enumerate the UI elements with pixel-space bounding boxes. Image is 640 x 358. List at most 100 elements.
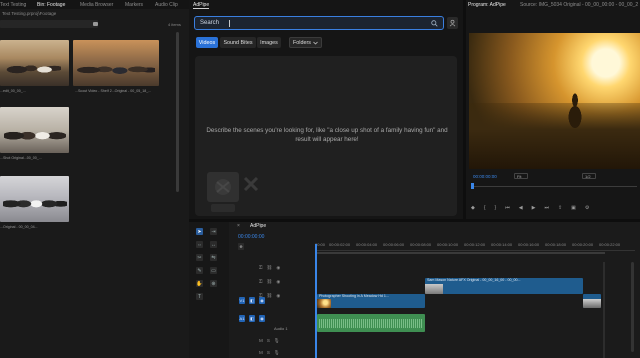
- ruler-tick: 00:00:12:00: [464, 242, 486, 247]
- program-tab[interactable]: Program: AdPipe: [468, 2, 506, 8]
- clip-thumbnail[interactable]: [0, 176, 69, 222]
- sync-lock-icon[interactable]: ⛓: [267, 265, 273, 271]
- tab-media-browser[interactable]: Media Browser: [80, 2, 113, 8]
- track-toggle-a1[interactable]: ◧: [249, 315, 255, 322]
- slip-tool-icon[interactable]: ⇋: [210, 254, 217, 261]
- track-target-a1[interactable]: A1: [239, 315, 245, 322]
- zoom-fit-label: Fit: [517, 174, 522, 179]
- no-results-illustration-icon: [207, 172, 259, 212]
- razor-tool-icon[interactable]: ✂: [196, 254, 203, 261]
- mute-icon[interactable]: M: [259, 338, 263, 344]
- bin-scrollbar[interactable]: [176, 32, 179, 192]
- playhead-scrubber[interactable]: [471, 183, 637, 189]
- lock-icon[interactable]: ⚿: [259, 265, 263, 271]
- ruler-tick: 00:00:14:00: [491, 242, 513, 247]
- timeline-ruler[interactable]: 00:00 00:00:02:00 00:00:04:00 00:00:06:0…: [315, 242, 635, 254]
- work-area-bar[interactable]: [315, 252, 605, 254]
- captions-icon[interactable]: ◐: [238, 243, 244, 250]
- play-icon[interactable]: ▶: [532, 205, 536, 211]
- mute-icon[interactable]: M: [259, 350, 263, 356]
- search-input[interactable]: Search: [194, 16, 444, 30]
- step-forward-icon[interactable]: ⏭: [544, 205, 549, 211]
- eye-icon[interactable]: ◉: [276, 265, 280, 271]
- folders-dropdown[interactable]: Folders: [289, 37, 322, 48]
- settings-icon[interactable]: ⚙: [585, 205, 589, 211]
- mic-icon[interactable]: 🎙: [274, 338, 280, 344]
- timeline-timecode[interactable]: 00:00:00:00: [238, 234, 264, 240]
- clip-thumbnail-image: [583, 299, 601, 308]
- tab-markers[interactable]: Markers: [125, 2, 143, 8]
- lift-icon[interactable]: ⇪: [558, 205, 562, 211]
- tab-bin-footage[interactable]: Bin: Footage: [37, 2, 65, 8]
- timeline-tab[interactable]: AdPipe: [250, 223, 266, 229]
- zoom-tool-icon[interactable]: ⊕: [210, 280, 217, 287]
- ruler-tick: 00:00:16:00: [518, 242, 540, 247]
- program-video-frame: [469, 33, 640, 169]
- track-header-a3: M S 🎙: [259, 350, 280, 356]
- ripple-edit-tool-icon[interactable]: ⇔: [196, 241, 203, 248]
- clip-thumbnail[interactable]: [0, 40, 69, 86]
- marker-icon[interactable]: ◆: [471, 205, 475, 211]
- step-back-icon[interactable]: ⏮: [505, 205, 510, 211]
- pen-tool-icon[interactable]: ✎: [196, 267, 203, 274]
- track-toggle-v1[interactable]: ◧: [249, 297, 255, 304]
- clip-people-image: [77, 52, 155, 82]
- video-clip-label: Photographer Shooting in A Meadow Hd 1..…: [319, 294, 389, 298]
- play-back-icon[interactable]: ◀: [519, 205, 523, 211]
- timeline-scrollbar[interactable]: [631, 262, 634, 352]
- sync-lock-icon[interactable]: ⛓: [267, 293, 273, 299]
- clip-thumbnail[interactable]: [0, 107, 69, 153]
- track-target-v1[interactable]: V1: [239, 297, 245, 304]
- adpipe-panel: AdPipe Search Videos Sound Bites Images …: [189, 0, 463, 219]
- chevron-down-icon: [313, 41, 318, 45]
- video-clip[interactable]: Photographer Shooting in A Meadow Hd 1..…: [317, 294, 425, 308]
- solo-icon[interactable]: S: [267, 338, 270, 344]
- video-clip[interactable]: [583, 294, 601, 308]
- solo-icon[interactable]: S: [267, 350, 270, 356]
- text-cursor: [229, 20, 230, 27]
- selection-tool-icon[interactable]: ➤: [196, 228, 203, 235]
- audio-clip[interactable]: [317, 314, 425, 332]
- out-point-icon[interactable]: }: [495, 205, 497, 211]
- sync-lock-icon[interactable]: ⛓: [267, 279, 273, 285]
- ruler-tick: 00:00:04:00: [356, 242, 378, 247]
- search-icon[interactable]: [431, 20, 438, 27]
- video-clip[interactable]: Sam Mason Nature AFX Original - 00_00_16…: [425, 278, 583, 294]
- tab-images[interactable]: Images: [257, 37, 281, 48]
- tab-text-testing[interactable]: Text Testing: [0, 2, 26, 8]
- track-header-v3: ⚿ ⛓ ◉: [259, 279, 280, 285]
- playhead-marker[interactable]: [471, 183, 474, 189]
- type-tool-icon[interactable]: T: [196, 293, 203, 300]
- video-clip-label: Sam Mason Nature AFX Original - 00_00_16…: [427, 278, 521, 282]
- clip-thumbnail[interactable]: [73, 40, 159, 86]
- clip-thumbnail-image: [425, 284, 443, 294]
- track-output-a1[interactable]: ◉: [259, 315, 265, 322]
- hand-tool-icon[interactable]: ✋: [196, 280, 203, 287]
- clip-caption: ...Scout Video - Shelf 2...Original - 00…: [75, 89, 152, 93]
- program-timecode[interactable]: 00:00:00:00: [473, 174, 497, 179]
- in-point-icon[interactable]: {: [484, 205, 486, 211]
- user-button[interactable]: [447, 17, 458, 29]
- lock-icon[interactable]: ⚿: [259, 279, 263, 285]
- audio-waveform: [319, 319, 423, 328]
- eye-icon[interactable]: ◉: [276, 293, 280, 299]
- bin-search-field[interactable]: [0, 20, 98, 28]
- track-select-tool-icon[interactable]: ⇥: [210, 228, 217, 235]
- export-frame-icon[interactable]: ▣: [571, 205, 576, 211]
- quality-dropdown[interactable]: 1/2: [582, 173, 596, 179]
- timeline-close-icon[interactable]: ×: [237, 223, 240, 229]
- eye-icon[interactable]: ◉: [276, 279, 280, 285]
- tab-sound-bites[interactable]: Sound Bites: [220, 37, 256, 48]
- rectangle-tool-icon[interactable]: ▭: [210, 267, 217, 274]
- track-output-v1[interactable]: ◉: [259, 297, 265, 304]
- item-count: 4 items: [168, 22, 181, 27]
- clip-people-image: [3, 184, 67, 220]
- mic-icon[interactable]: 🎙: [274, 350, 280, 356]
- tab-audio-clip[interactable]: Audio Clip: [155, 2, 178, 8]
- tab-videos[interactable]: Videos: [196, 37, 218, 48]
- zoom-fit-dropdown[interactable]: Fit: [514, 173, 528, 179]
- source-tab[interactable]: Source: IMG_5034 Original - 00_00_00:00 …: [520, 2, 638, 8]
- rate-stretch-tool-icon[interactable]: ↔: [210, 241, 217, 248]
- folder-icon[interactable]: [93, 22, 98, 26]
- clip-caption: ...Shot Original...00_00_...: [0, 156, 42, 160]
